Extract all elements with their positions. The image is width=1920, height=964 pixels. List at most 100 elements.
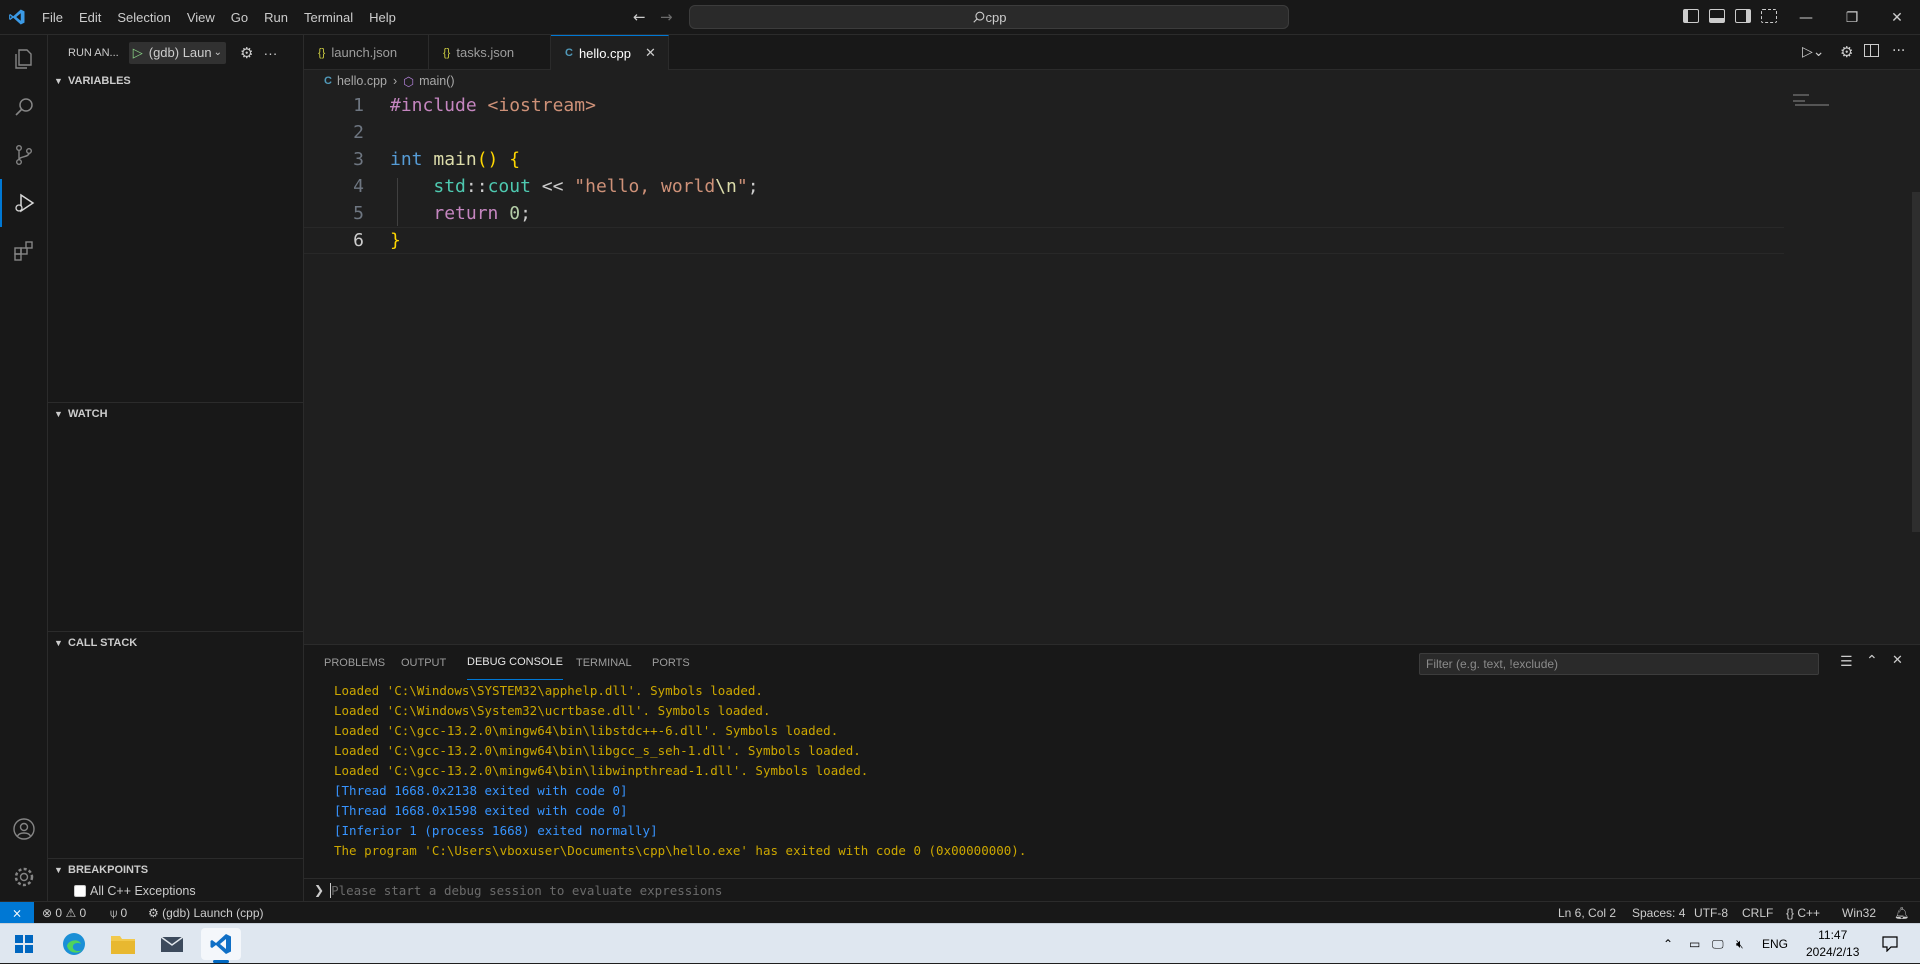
status-bar: ⨯ ⊗ 0 ⚠ 0 ⍦ 0 ⚙ (gdb) Launch (cpp) Ln 6,… (0, 901, 1920, 924)
run-and-debug-sidebar: RUN AN... ▷ (gdb) Laun ⌄ ⚙ ··· ▼ VARIABLE… (48, 35, 304, 901)
windows-start-icon[interactable] (4, 928, 44, 960)
input-language[interactable]: ENG (1762, 924, 1788, 964)
tab-output[interactable]: OUTPUT (401, 645, 446, 680)
console-line: [Thread 1668.0x2138 exited with code 0] (334, 783, 628, 798)
chevron-down-icon: ▼ (54, 638, 63, 648)
call-stack-section: ▼ CALL STACK (48, 631, 303, 654)
settings-gear-icon[interactable] (0, 853, 48, 901)
variables-header[interactable]: ▼ VARIABLES (48, 70, 303, 92)
console-filter-input[interactable]: Filter (e.g. text, !exclude) (1419, 653, 1819, 675)
console-line: Loaded 'C:\Windows\System32\ucrtbase.dll… (334, 703, 771, 718)
language-mode[interactable]: {} C++ (1786, 902, 1820, 924)
editor-settings-gear-icon[interactable]: ⚙ (1840, 43, 1853, 61)
toggle-panel-icon[interactable] (1709, 9, 1725, 23)
tab-debug-console[interactable]: DEBUG CONSOLE (467, 645, 563, 680)
console-line: Loaded 'C:\gcc-13.2.0\mingw64\bin\libgcc… (334, 743, 861, 758)
vscode-taskbar-icon[interactable] (201, 928, 241, 963)
breadcrumb-file[interactable]: hello.cpp (337, 74, 387, 88)
warning-icon: ⚠ (65, 906, 77, 920)
error-icon: ⊗ (42, 906, 53, 920)
back-arrow-icon[interactable]: ← (633, 8, 646, 26)
tab-ports[interactable]: PORTS (652, 645, 690, 680)
remote-indicator-icon[interactable]: ⨯ (0, 902, 34, 924)
encoding[interactable]: UTF-8 (1694, 902, 1728, 924)
problems-indicator[interactable]: ⊗ 0 ⚠ 0 (42, 902, 86, 924)
cursor-position[interactable]: Ln 6, Col 2 (1558, 902, 1616, 924)
more-actions-icon[interactable]: ··· (263, 45, 277, 61)
close-window-icon[interactable]: ✕ (1874, 0, 1920, 35)
run-file-icon[interactable]: ▷⌄ (1802, 44, 1825, 60)
restore-icon[interactable]: ❐ (1829, 0, 1875, 35)
menu-go[interactable]: Go (223, 0, 256, 35)
edge-browser-icon[interactable] (54, 928, 94, 960)
extensions-icon[interactable] (0, 227, 48, 275)
tab-tasks-json[interactable]: {} tasks.json (429, 35, 551, 70)
file-explorer-icon[interactable] (103, 928, 143, 960)
minimap[interactable] (1793, 92, 1833, 106)
network-icon[interactable]: 🖵︎ (1712, 924, 1724, 964)
end-of-line[interactable]: CRLF (1742, 902, 1773, 924)
forward-arrow-icon[interactable]: → (660, 8, 673, 26)
clock[interactable]: 11:47 2024/2/13 (1806, 924, 1859, 964)
json-file-icon: {} (443, 46, 451, 59)
minimize-icon[interactable]: — (1783, 0, 1829, 35)
ports-indicator[interactable]: ⍦ 0 (110, 902, 127, 924)
debug-launch-status[interactable]: ⚙ (gdb) Launch (cpp) (148, 902, 264, 924)
source-control-icon[interactable] (0, 131, 48, 179)
toggle-primary-sidebar-icon[interactable] (1683, 9, 1699, 23)
chevron-down-icon: ▼ (54, 409, 63, 419)
explorer-icon[interactable] (0, 35, 48, 83)
tab-hello-cpp[interactable]: Chello.cpp ✕ (551, 35, 669, 70)
mail-icon[interactable] (152, 928, 192, 960)
breakpoints-header[interactable]: ▼ BREAKPOINTS (48, 859, 303, 881)
customize-layout-icon[interactable] (1761, 9, 1777, 23)
menu-file[interactable]: File (34, 0, 71, 35)
console-line: Loaded 'C:\Windows\SYSTEM32\apphelp.dll'… (334, 683, 763, 698)
editor-more-actions-icon[interactable]: ··· (1892, 43, 1905, 59)
battery-icon[interactable]: ▭ (1689, 924, 1700, 964)
close-tab-icon[interactable]: ✕ (645, 45, 656, 61)
maximize-panel-icon[interactable]: ⌃ (1866, 653, 1878, 669)
close-panel-icon[interactable]: ✕ (1892, 653, 1903, 668)
split-editor-icon[interactable] (1864, 44, 1879, 57)
account-icon[interactable] (0, 805, 48, 853)
menu-terminal[interactable]: Terminal (296, 0, 361, 35)
breadcrumb-symbol[interactable]: main() (419, 74, 454, 88)
open-launch-json-gear-icon[interactable]: ⚙ (240, 44, 253, 62)
braces-icon: {} (1786, 906, 1795, 920)
start-debugging-icon[interactable]: ▷ (133, 45, 143, 61)
debug-console-input[interactable]: ❯ Please start a debug session to evalua… (304, 878, 1920, 901)
command-center-search[interactable]: cpp (689, 5, 1289, 29)
console-line: Loaded 'C:\gcc-13.2.0\mingw64\bin\libwin… (334, 763, 869, 778)
tab-terminal[interactable]: TERMINAL (576, 645, 632, 680)
search-view-icon[interactable] (0, 83, 48, 131)
notifications-bell-icon[interactable]: 🔔︎ (1894, 902, 1909, 924)
breakpoint-item: All C++ Exceptions (48, 881, 303, 901)
menu-selection[interactable]: Selection (109, 0, 178, 35)
tray-overflow-icon[interactable]: ⌃ (1663, 924, 1673, 964)
toggle-secondary-sidebar-icon[interactable] (1735, 9, 1751, 23)
tab-launch-json[interactable]: {} launch.json (304, 35, 429, 70)
clear-console-icon[interactable]: ☰ (1840, 654, 1853, 670)
activity-bar (0, 35, 48, 901)
notification-center-icon[interactable] (1882, 924, 1898, 964)
debug-config-select[interactable]: ▷ (gdb) Laun ⌄ (128, 41, 227, 64)
run-debug-icon[interactable] (0, 179, 48, 227)
call-stack-header[interactable]: ▼ CALL STACK (48, 632, 303, 654)
code-editor[interactable]: 1 #include <iostream> 2 3 int main() { 4 s… (304, 92, 1920, 644)
menu-edit[interactable]: Edit (71, 0, 109, 35)
watch-header[interactable]: ▼ WATCH (48, 403, 303, 425)
cpp-file-icon: C (324, 75, 332, 87)
code-line: 2 (353, 122, 364, 143)
platform[interactable]: Win32 (1842, 902, 1876, 924)
tab-problems[interactable]: PROBLEMS (324, 645, 385, 680)
breakpoint-checkbox[interactable] (74, 885, 86, 897)
indentation[interactable]: Spaces: 4 (1632, 902, 1685, 924)
vertical-scrollbar[interactable] (1908, 92, 1920, 644)
menu-view[interactable]: View (179, 0, 223, 35)
menu-run[interactable]: Run (256, 0, 296, 35)
code-line: 3 int main() { (353, 149, 521, 170)
menu-help[interactable]: Help (361, 0, 404, 35)
volume-muted-icon[interactable]: 🔇︎ (1736, 924, 1744, 964)
vscode-logo-icon (0, 0, 34, 35)
